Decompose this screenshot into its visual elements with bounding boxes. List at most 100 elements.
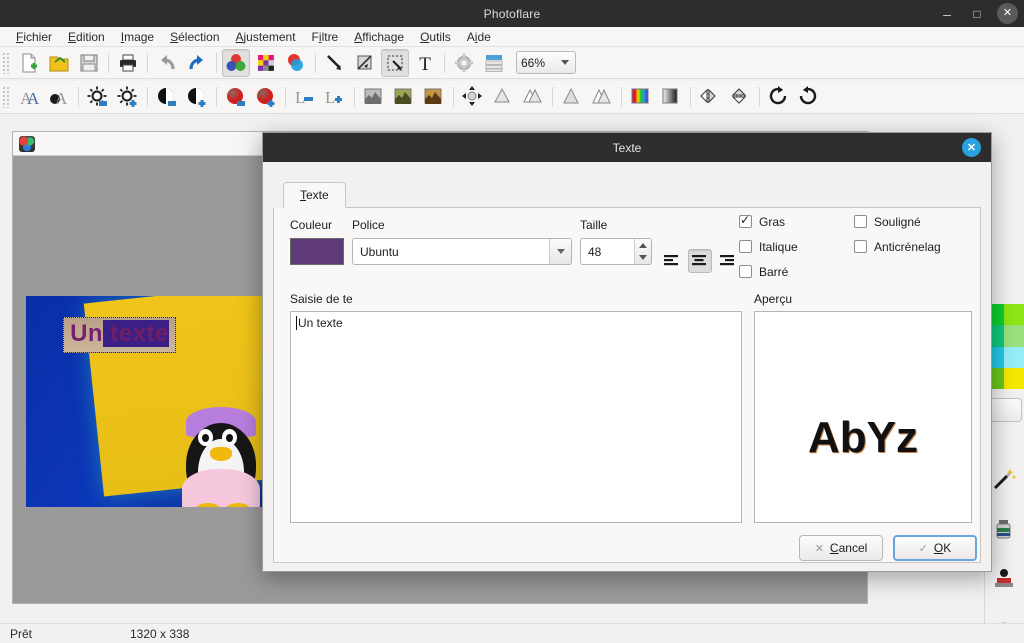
- menu-edition[interactable]: Edition: [60, 28, 113, 46]
- font-combobox[interactable]: Ubuntu: [352, 238, 572, 265]
- blur-decrease-icon[interactable]: [489, 83, 517, 111]
- color-blend-icon[interactable]: [282, 49, 310, 77]
- open-folder-icon[interactable]: [45, 49, 73, 77]
- menu-outils[interactable]: Outils: [412, 28, 459, 46]
- saturation-increase-icon[interactable]: [252, 83, 280, 111]
- sepia-green-image-icon[interactable]: [390, 83, 418, 111]
- toolbar-separator: [315, 52, 316, 73]
- new-document-icon[interactable]: [15, 49, 43, 77]
- adjust-toolbar: AA A L L: [0, 81, 1024, 114]
- toolbar-separator: [216, 87, 217, 107]
- gradient-icon[interactable]: [657, 83, 685, 111]
- contrast-increase-icon[interactable]: [183, 83, 211, 111]
- font-label: Police: [352, 218, 385, 232]
- brightness-decrease-icon[interactable]: [84, 83, 112, 111]
- menu-filtre[interactable]: Filtre: [304, 28, 347, 46]
- checkbox-barre[interactable]: Barré: [739, 262, 798, 281]
- spray-can-icon[interactable]: [988, 513, 1020, 545]
- text-input-textarea[interactable]: Un texte: [290, 311, 742, 523]
- tab-texte[interactable]: Texte: [283, 182, 346, 208]
- menu-selection[interactable]: Sélection: [162, 28, 227, 46]
- rotate-right-icon[interactable]: [795, 83, 823, 111]
- save-icon[interactable]: [75, 49, 103, 77]
- svg-text:A: A: [55, 89, 68, 108]
- chevron-down-icon[interactable]: [549, 239, 571, 264]
- line-tool-icon[interactable]: [321, 49, 349, 77]
- dialog-panel: Couleur Police Ubuntu Taille 48 ✓ Gras I…: [273, 208, 981, 563]
- checkbox-box[interactable]: [739, 240, 752, 253]
- levels-decrease-icon[interactable]: L: [291, 83, 319, 111]
- zoom-level-value: 66%: [521, 55, 546, 70]
- menu-bar: Fichier Edition Image Sélection Ajusteme…: [0, 27, 1024, 47]
- toolbar-grip[interactable]: [2, 51, 11, 74]
- palette-swatch: [1004, 325, 1024, 347]
- svg-text:T: T: [419, 54, 431, 74]
- flip-horizontal-icon[interactable]: [696, 83, 724, 111]
- flip-vertical-icon[interactable]: [726, 83, 754, 111]
- stamp-tool-icon[interactable]: [988, 563, 1020, 595]
- blur-increase-icon[interactable]: [519, 83, 547, 111]
- undo-icon[interactable]: [153, 49, 181, 77]
- cancel-button[interactable]: ✕ Cancel: [799, 535, 883, 561]
- sepia-image-icon[interactable]: [420, 83, 448, 111]
- grayscale-image-icon[interactable]: [360, 83, 388, 111]
- spin-down-icon[interactable]: [639, 255, 647, 261]
- menu-ajustement[interactable]: Ajustement: [228, 28, 304, 46]
- photoflare-app-icon: [19, 135, 35, 152]
- checkbox-anticrenelage[interactable]: Anticrénelag: [854, 237, 941, 256]
- menu-affichage[interactable]: Affichage: [346, 28, 412, 46]
- menu-image[interactable]: Image: [113, 28, 162, 46]
- rotate-left-icon[interactable]: [765, 83, 793, 111]
- spinner-buttons[interactable]: [634, 239, 651, 264]
- checkbox-box[interactable]: [854, 240, 867, 253]
- checkbox-box[interactable]: [739, 213, 752, 228]
- toolbar-grip[interactable]: [2, 86, 11, 108]
- toolbar-separator: [444, 52, 445, 73]
- checkbox-souligne[interactable]: Souligné: [854, 212, 941, 231]
- toolbar-separator: [147, 52, 148, 73]
- brightness-increase-icon[interactable]: [114, 83, 142, 111]
- crop-tool-icon[interactable]: [351, 49, 379, 77]
- text-antialias-icon[interactable]: AA: [15, 83, 43, 111]
- toolbar-separator: [453, 87, 454, 107]
- magic-wand-icon[interactable]: [988, 463, 1020, 495]
- maximize-button[interactable]: □: [967, 4, 987, 24]
- text-shadow-icon[interactable]: A: [45, 83, 73, 111]
- toolbar-separator: [552, 87, 553, 107]
- contrast-decrease-icon[interactable]: [153, 83, 181, 111]
- move-resize-icon[interactable]: [459, 83, 487, 111]
- image-text-selection[interactable]: Un texte: [63, 317, 176, 354]
- size-spinbox[interactable]: 48: [580, 238, 652, 265]
- menu-aide[interactable]: Aide: [459, 28, 499, 46]
- color-spectrum-icon[interactable]: [627, 83, 655, 111]
- sharpen-decrease-icon[interactable]: [558, 83, 586, 111]
- palette-swatch: [1004, 346, 1024, 368]
- checkbox-box[interactable]: [854, 215, 867, 228]
- redo-icon[interactable]: [183, 49, 211, 77]
- minimize-button[interactable]: –: [937, 4, 957, 24]
- zoom-level-combobox[interactable]: 66%: [516, 51, 576, 74]
- settings-gear-icon[interactable]: [450, 49, 478, 77]
- align-center-button[interactable]: [688, 249, 712, 273]
- levels-increase-icon[interactable]: L: [321, 83, 349, 111]
- checkbox-gras[interactable]: Gras: [739, 212, 798, 231]
- rectangle-select-icon[interactable]: [381, 48, 409, 77]
- print-icon[interactable]: [114, 49, 142, 77]
- checkbox-box[interactable]: [739, 265, 752, 278]
- align-right-button[interactable]: [716, 249, 740, 273]
- sharpen-increase-icon[interactable]: [588, 83, 616, 111]
- dialog-close-icon[interactable]: ✕: [962, 138, 981, 157]
- ok-button[interactable]: ✓ OK: [893, 535, 977, 561]
- align-left-button[interactable]: [660, 249, 684, 273]
- color-swatch-button[interactable]: [290, 238, 344, 265]
- preview-label: Aperçu: [754, 292, 793, 306]
- layers-icon[interactable]: [480, 49, 508, 77]
- color-circles-icon[interactable]: [222, 48, 250, 77]
- spin-up-icon[interactable]: [639, 242, 647, 248]
- menu-fichier[interactable]: Fichier: [8, 28, 60, 46]
- checkbox-italique[interactable]: Italique: [739, 237, 798, 256]
- close-button[interactable]: ✕: [997, 3, 1018, 24]
- text-tool-icon[interactable]: T: [411, 49, 439, 77]
- color-palette-grid-icon[interactable]: [252, 49, 280, 77]
- saturation-decrease-icon[interactable]: [222, 83, 250, 111]
